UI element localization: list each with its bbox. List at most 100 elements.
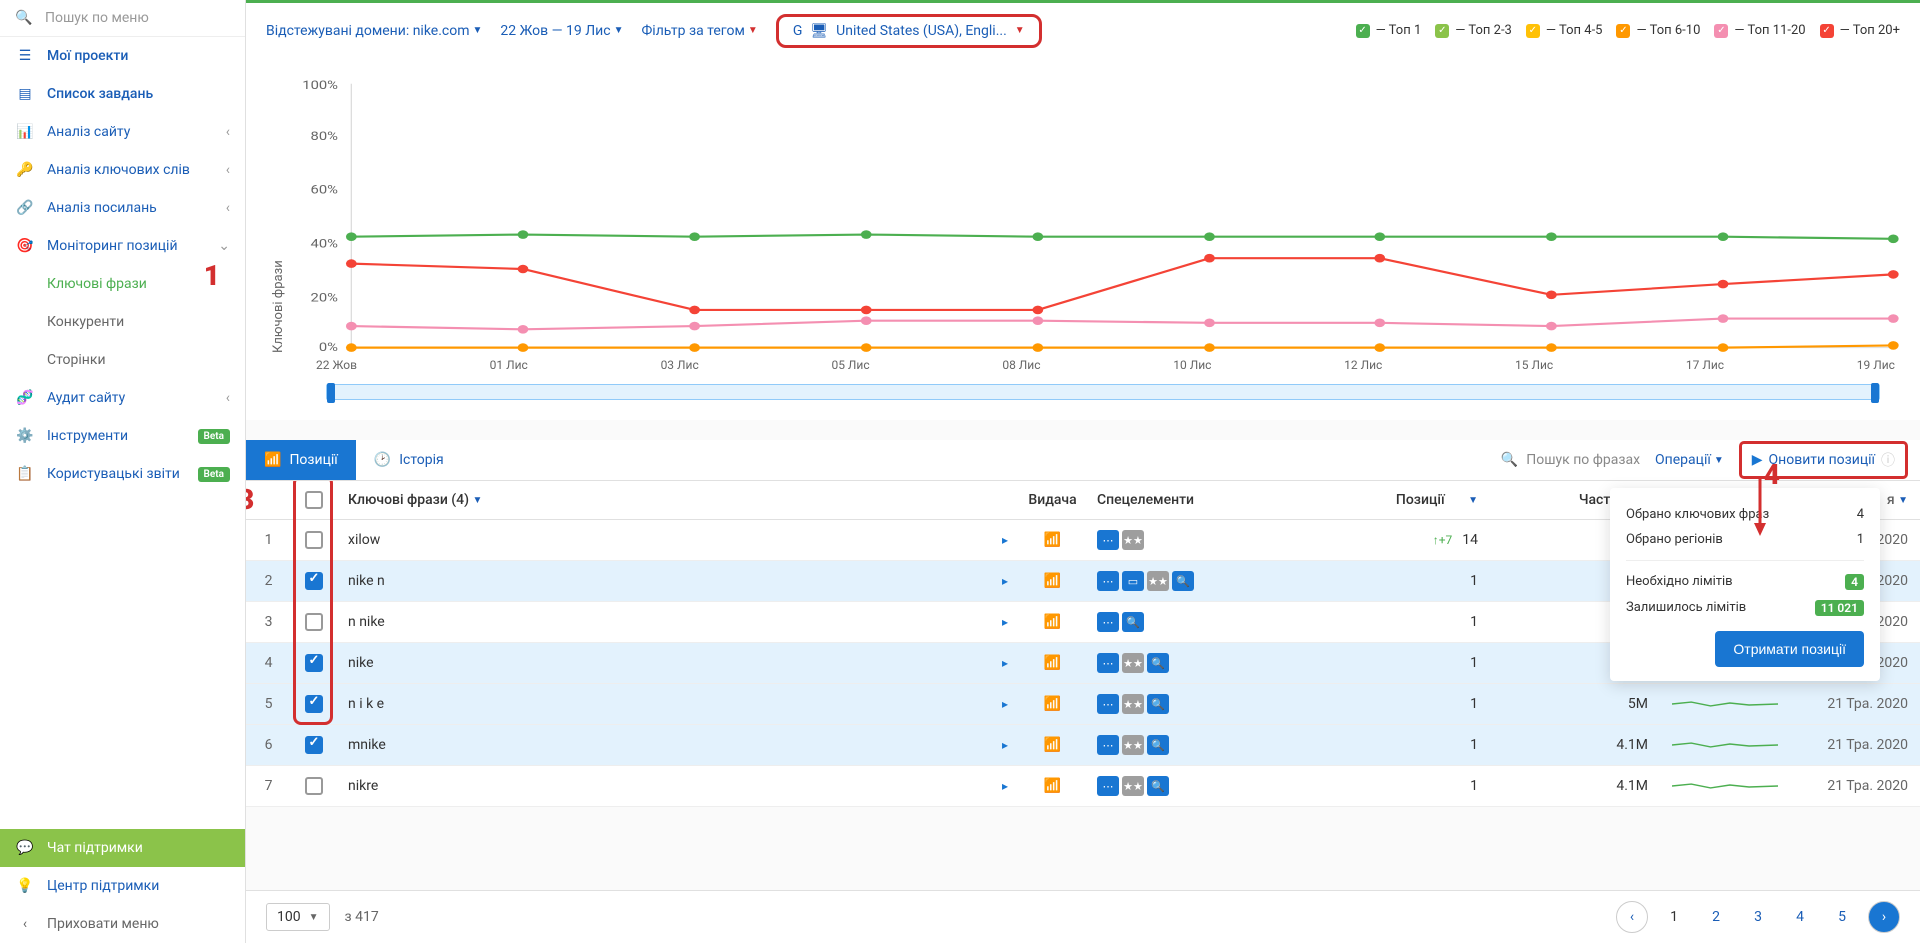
filter-date-range[interactable]: 22 Жов — 19 Лис▼: [500, 23, 623, 39]
row-date: 21 Тра. 2020: [1790, 684, 1920, 724]
beta-badge: Beta: [198, 429, 230, 444]
scrub-handle-left[interactable]: [327, 383, 335, 403]
sidebar-sub-pages[interactable]: Сторінки: [0, 341, 245, 379]
row-position: 1: [1335, 766, 1490, 806]
table-row[interactable]: 6mnike▸📶⋯★★🔍14.1M21 Тра. 2020: [246, 725, 1920, 766]
bars-icon: 📶: [1044, 778, 1061, 794]
page-prev[interactable]: ‹: [1616, 901, 1648, 933]
sidebar-item-tasks[interactable]: ▤ Список завдань: [0, 75, 245, 113]
sidebar-item-tools[interactable]: ⚙️ Інструменти Beta: [0, 417, 245, 455]
th-checkbox[interactable]: [291, 481, 336, 519]
sidebar-item-custom-reports[interactable]: 📋 Користувацькі звіти Beta: [0, 455, 245, 493]
legend-top45[interactable]: ✓— Топ 4-5: [1526, 23, 1603, 38]
sidebar-item-hide[interactable]: ‹ Приховати меню: [0, 905, 245, 943]
sidebar-search[interactable]: 🔍 Пошук по меню: [0, 0, 245, 37]
row-serp[interactable]: 📶: [1020, 602, 1085, 642]
chart-container: Ключові фрази 100% 80% 60% 40% 20% 0%: [246, 58, 1920, 420]
chat-icon: 💬: [15, 840, 35, 856]
expand-icon[interactable]: ▸: [1002, 697, 1008, 711]
sidebar-item-projects[interactable]: ☰ Мої проекти: [0, 37, 245, 75]
th-positions[interactable]: Позиції ▼: [1335, 481, 1490, 519]
search-icon: 🔍: [15, 10, 35, 26]
expand-icon[interactable]: ▸: [1002, 656, 1008, 670]
expand-icon[interactable]: ▸: [1002, 574, 1008, 588]
pagination: 100▼ з 417 ‹ 1 2 3 4 5 ›: [246, 890, 1920, 943]
row-keyword[interactable]: nike▸: [336, 643, 1020, 683]
bars-icon: 📶: [1044, 573, 1061, 589]
checkbox-all[interactable]: [305, 491, 323, 509]
row-keyword[interactable]: nike n▸: [336, 561, 1020, 601]
row-checkbox[interactable]: [291, 520, 336, 560]
sidebar-item-keyword-analysis[interactable]: 🔑 Аналіз ключових слів ‹: [0, 151, 245, 189]
sidebar-item-chat[interactable]: 💬 Чат підтримки: [0, 829, 245, 867]
table-row[interactable]: 7nikre▸📶⋯★★🔍14.1M21 Тра. 2020: [246, 766, 1920, 807]
svg-text:0%: 0%: [319, 341, 338, 353]
svg-text:80%: 80%: [311, 130, 339, 143]
row-checkbox[interactable]: [291, 684, 336, 724]
th-special[interactable]: Спецелементи: [1085, 481, 1335, 519]
sidebar-item-link-analysis[interactable]: 🔗 Аналіз посилань ‹: [0, 189, 245, 227]
row-serp[interactable]: 📶: [1020, 643, 1085, 683]
row-number: 6: [246, 725, 291, 765]
operations-dropdown[interactable]: Операції▼: [1655, 452, 1724, 468]
page-5[interactable]: 5: [1826, 901, 1858, 933]
chart-scrubber[interactable]: [326, 384, 1880, 400]
row-serp[interactable]: 📶: [1020, 520, 1085, 560]
row-checkbox[interactable]: [291, 643, 336, 683]
expand-icon[interactable]: ▸: [1002, 533, 1008, 547]
table-row[interactable]: 5n i k e▸📶⋯★★🔍15M21 Тра. 2020: [246, 684, 1920, 725]
row-checkbox[interactable]: [291, 766, 336, 806]
row-special: ⋯★★🔍: [1085, 766, 1335, 806]
row-serp[interactable]: 📶: [1020, 725, 1085, 765]
row-keyword[interactable]: n nike▸: [336, 602, 1020, 642]
row-serp[interactable]: 📶: [1020, 684, 1085, 724]
row-keyword[interactable]: mnike▸: [336, 725, 1020, 765]
legend-top1120[interactable]: ✓— Топ 11-20: [1714, 23, 1805, 38]
svg-text:60%: 60%: [311, 184, 339, 197]
row-keyword[interactable]: xilow▸: [336, 520, 1020, 560]
sidebar-item-audit[interactable]: 🧬 Аудит сайту ‹: [0, 379, 245, 417]
desktop-icon: 🖥: [810, 23, 828, 39]
sidebar-item-site-analysis[interactable]: 📊 Аналіз сайту ‹: [0, 113, 245, 151]
row-serp[interactable]: 📶: [1020, 766, 1085, 806]
filter-domains[interactable]: Відстежувані домени: nike.com▼: [266, 23, 482, 39]
page-3[interactable]: 3: [1742, 901, 1774, 933]
series-top610: [351, 345, 1893, 347]
row-checkbox[interactable]: [291, 561, 336, 601]
legend-top23[interactable]: ✓— Топ 2-3: [1435, 23, 1512, 38]
row-checkbox[interactable]: [291, 602, 336, 642]
row-checkbox[interactable]: [291, 725, 336, 765]
th-serp[interactable]: Видача: [1020, 481, 1085, 519]
get-positions-button[interactable]: Отримати позиції: [1715, 631, 1864, 667]
filter-region[interactable]: G 🖥 United States (USA), Engli... ▼ 2: [776, 14, 1042, 48]
series-top1120: [351, 319, 1893, 330]
tab-positions[interactable]: 📶 Позиції: [246, 440, 356, 480]
row-number: 7: [246, 766, 291, 806]
line-chart[interactable]: 100% 80% 60% 40% 20% 0%: [291, 73, 1900, 353]
sidebar-sub-keyphrases[interactable]: Ключові фрази 1: [0, 265, 245, 303]
legend-top1[interactable]: ✓— Топ 1: [1356, 23, 1422, 38]
expand-icon[interactable]: ▸: [1002, 779, 1008, 793]
sidebar-item-help[interactable]: 💡 Центр підтримки: [0, 867, 245, 905]
phrase-search[interactable]: 🔍 Пошук по фразах: [1501, 452, 1640, 468]
page-2[interactable]: 2: [1700, 901, 1732, 933]
scrub-handle-right[interactable]: [1871, 383, 1879, 403]
tab-history[interactable]: 🕑 Історія: [356, 440, 462, 480]
row-serp[interactable]: 📶: [1020, 561, 1085, 601]
sidebar-sub-competitors[interactable]: Конкуренти: [0, 303, 245, 341]
th-keywords[interactable]: Ключові фрази (4) ▼: [336, 481, 1020, 519]
expand-icon[interactable]: ▸: [1002, 738, 1008, 752]
row-keyword[interactable]: nikre▸: [336, 766, 1020, 806]
row-position: ↑+714: [1335, 520, 1490, 560]
chevron-down-icon: ⌄: [218, 238, 230, 254]
page-4[interactable]: 4: [1784, 901, 1816, 933]
annotation-3: 3: [246, 483, 254, 516]
per-page-select[interactable]: 100▼: [266, 903, 330, 931]
filter-tag[interactable]: Фільтр за тегом▼: [641, 23, 757, 39]
page-next[interactable]: ›: [1868, 901, 1900, 933]
row-keyword[interactable]: n i k e▸: [336, 684, 1020, 724]
legend-top610[interactable]: ✓— Топ 6-10: [1616, 23, 1700, 38]
expand-icon[interactable]: ▸: [1002, 615, 1008, 629]
page-1[interactable]: 1: [1658, 901, 1690, 933]
legend-top20p[interactable]: ✓— Топ 20+: [1820, 23, 1900, 38]
